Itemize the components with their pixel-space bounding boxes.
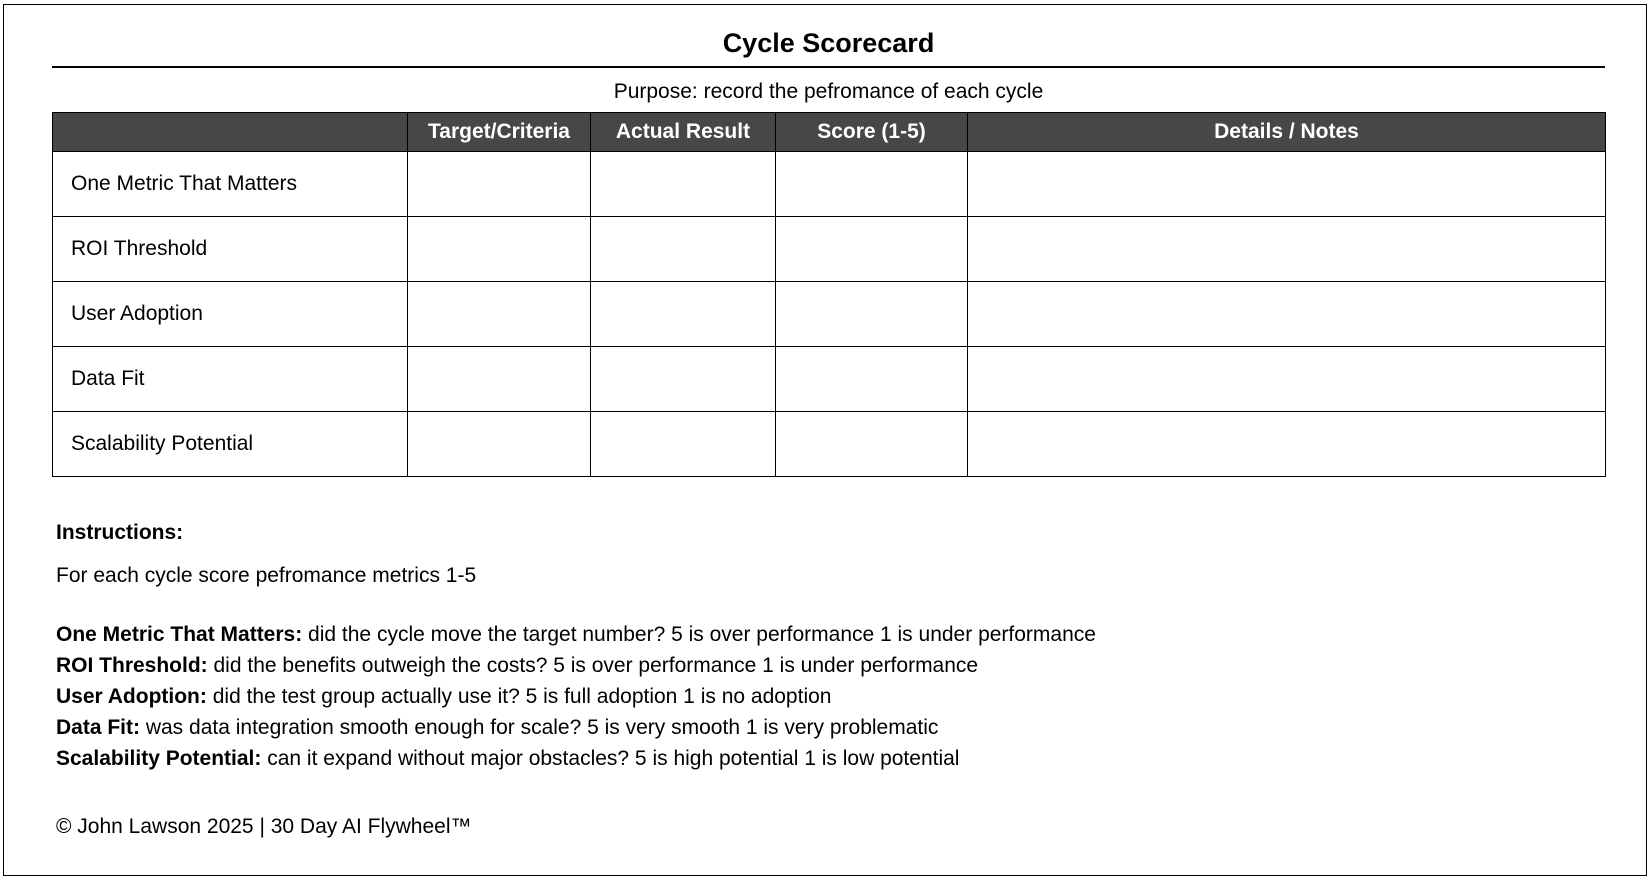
instruction-term: ROI Threshold: <box>56 654 208 677</box>
scorecard-table: Target/Criteria Actual Result Score (1-5… <box>52 112 1606 477</box>
instruction-item: Data Fit: was data integration smooth en… <box>56 712 1596 743</box>
notes-cell[interactable] <box>967 151 1606 217</box>
instruction-text: was data integration smooth enough for s… <box>140 716 939 739</box>
instruction-item: ROI Threshold: did the benefits outweigh… <box>56 650 1596 681</box>
notes-cell[interactable] <box>967 216 1606 282</box>
table-row: User Adoption <box>52 281 1606 347</box>
instructions-heading: Instructions: <box>56 521 184 544</box>
purpose-text: Purpose: record the pefromance of each c… <box>613 80 1044 103</box>
actual-cell[interactable] <box>590 411 776 477</box>
instruction-text: can it expand without major obstacles? 5… <box>261 747 960 770</box>
row-label: One Metric That Matters <box>52 151 408 217</box>
target-cell[interactable] <box>407 411 591 477</box>
score-cell[interactable] <box>775 346 968 412</box>
target-cell[interactable] <box>407 281 591 347</box>
table-row: One Metric That Matters <box>52 151 1606 217</box>
table-header-row: Target/Criteria Actual Result Score (1-5… <box>52 112 1606 152</box>
row-label: ROI Threshold <box>52 216 408 282</box>
instruction-term: User Adoption: <box>56 685 207 708</box>
table-row: Data Fit <box>52 346 1606 412</box>
score-cell[interactable] <box>775 281 968 347</box>
actual-cell[interactable] <box>590 281 776 347</box>
header-target-criteria: Target/Criteria <box>407 112 591 152</box>
row-label: Scalability Potential <box>52 411 408 477</box>
instruction-text: did the cycle move the target number? 5 … <box>302 623 1096 646</box>
instruction-item: Scalability Potential: can it expand wit… <box>56 743 1596 774</box>
title-divider <box>52 66 1605 68</box>
row-label: Data Fit <box>52 346 408 412</box>
header-metric <box>52 112 408 152</box>
instruction-text: did the benefits outweigh the costs? 5 i… <box>207 654 979 677</box>
actual-cell[interactable] <box>590 151 776 217</box>
target-cell[interactable] <box>407 151 591 217</box>
score-cell[interactable] <box>775 151 968 217</box>
instruction-text: did the test group actually use it? 5 is… <box>206 685 832 708</box>
instruction-term: Scalability Potential: <box>56 747 262 770</box>
header-details-notes: Details / Notes <box>967 112 1606 152</box>
table-row: Scalability Potential <box>52 411 1606 477</box>
header-score: Score (1-5) <box>775 112 968 152</box>
instructions-section: Instructions: For each cycle score pefro… <box>56 517 1596 774</box>
target-cell[interactable] <box>407 346 591 412</box>
instructions-intro: For each cycle score pefromance metrics … <box>56 564 477 587</box>
actual-cell[interactable] <box>590 346 776 412</box>
instruction-item: One Metric That Matters: did the cycle m… <box>56 619 1596 650</box>
header-actual-result: Actual Result <box>590 112 776 152</box>
instruction-term: Data Fit: <box>56 716 140 739</box>
table-row: ROI Threshold <box>52 216 1606 282</box>
instruction-term: One Metric That Matters: <box>56 623 303 646</box>
row-label: User Adoption <box>52 281 408 347</box>
target-cell[interactable] <box>407 216 591 282</box>
score-cell[interactable] <box>775 411 968 477</box>
copyright-footer: © John Lawson 2025 | 30 Day AI Flywheel™ <box>56 815 472 838</box>
notes-cell[interactable] <box>967 346 1606 412</box>
instruction-item: User Adoption: did the test group actual… <box>56 681 1596 712</box>
actual-cell[interactable] <box>590 216 776 282</box>
notes-cell[interactable] <box>967 281 1606 347</box>
page-title: Cycle Scorecard <box>722 28 935 58</box>
score-cell[interactable] <box>775 216 968 282</box>
notes-cell[interactable] <box>967 411 1606 477</box>
